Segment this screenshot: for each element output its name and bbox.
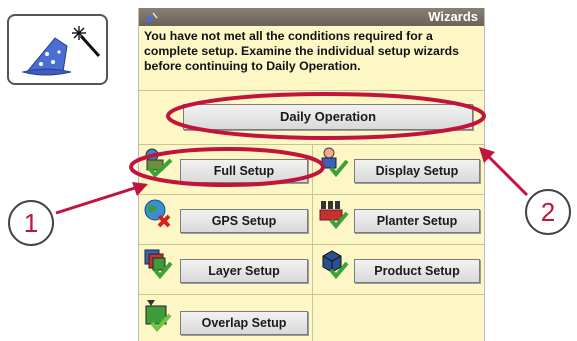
callout-1: 1: [8, 200, 54, 246]
annotation-overlay: [55, 92, 529, 215]
daily-operation-highlight: [166, 92, 486, 140]
callout-1-arrow: [55, 182, 148, 215]
callout-2-arrow: [479, 147, 529, 197]
full-setup-highlight: [129, 147, 325, 187]
callout-2: 2: [525, 189, 571, 235]
